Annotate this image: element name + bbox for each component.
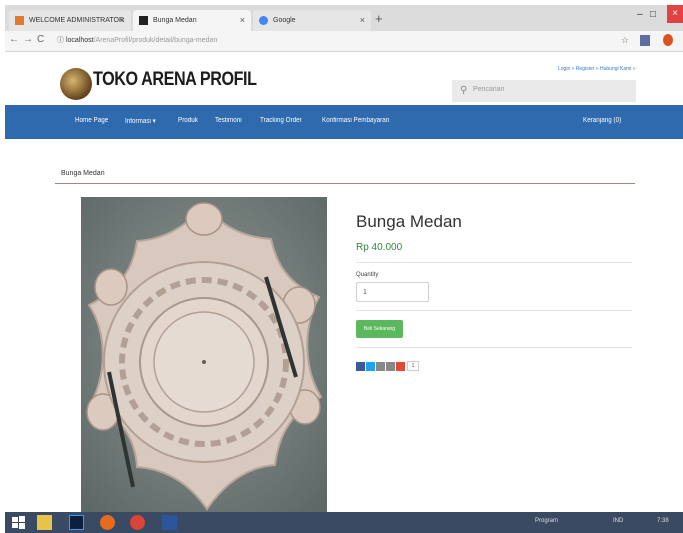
tab-bunga-medan[interactable]: Bunga Medan × <box>133 10 251 31</box>
twitter-icon[interactable] <box>366 362 375 371</box>
tab-title: Bunga Medan <box>153 17 197 24</box>
windows-taskbar: Program IND 7:38 <box>5 512 683 533</box>
maximize-button[interactable]: □ <box>650 9 656 20</box>
opera-icon[interactable] <box>663 34 673 46</box>
search-icon: ⚲ <box>460 85 468 96</box>
google-favicon-icon <box>259 16 268 25</box>
site-logo[interactable]: TOKO ARENA PROFIL <box>93 69 257 91</box>
new-tab-button[interactable]: + <box>375 11 383 26</box>
url-host: localhost <box>65 37 94 44</box>
logo-emblem-icon <box>60 68 92 100</box>
tab-google[interactable]: Google × <box>253 10 371 31</box>
tab-title: WELCOME ADMINISTRATOR <box>29 17 125 24</box>
browser-window: WELCOME ADMINISTRATOR × Bunga Medan × Go… <box>5 5 683 533</box>
url-input[interactable]: ⓘ localhost/ArenaProfil/produk/detail/bu… <box>57 34 617 48</box>
email-icon[interactable] <box>376 362 385 371</box>
breadcrumb-divider <box>55 183 635 184</box>
forward-icon[interactable]: → <box>23 34 33 45</box>
divider <box>356 310 632 311</box>
tray-clock[interactable]: 7:38 <box>657 518 669 524</box>
url-path: /ArenaProfil/produk/detail/bunga-medan <box>93 37 218 44</box>
address-bar-row: ← → C ⓘ localhost/ArenaProfil/produk/det… <box>5 31 683 52</box>
tab-admin[interactable]: WELCOME ADMINISTRATOR × <box>9 10 131 31</box>
print-icon[interactable] <box>386 362 395 371</box>
nav-keranjang[interactable]: Keranjang (0) <box>583 117 621 124</box>
quantity-label: Quantity <box>356 272 379 278</box>
admin-favicon-icon <box>15 16 24 25</box>
firefox-icon[interactable] <box>100 515 115 530</box>
photoshop-icon[interactable] <box>69 515 84 530</box>
buy-now-button[interactable]: Beli Sekarang <box>356 320 403 338</box>
divider <box>356 347 632 348</box>
nav-testimoni[interactable]: Testimoni <box>215 117 242 124</box>
search-input[interactable]: ⚲ Pencarian <box>452 80 636 102</box>
tray-language[interactable]: IND <box>613 518 623 524</box>
nav-home[interactable]: Home Page <box>75 117 108 124</box>
tab-strip: WELCOME ADMINISTRATOR × Bunga Medan × Go… <box>5 5 683 31</box>
product-image[interactable] <box>81 197 327 517</box>
tab-close-icon[interactable]: × <box>240 10 245 31</box>
divider <box>356 262 632 263</box>
product-photo <box>81 197 327 517</box>
product-price: Rp 40.000 <box>356 242 403 253</box>
extension-icon[interactable] <box>640 35 650 46</box>
breadcrumb: Bunga Medan <box>61 170 105 177</box>
top-links[interactable]: Login » Register » Hubungi Kami » <box>558 66 636 72</box>
word-icon[interactable] <box>162 515 177 530</box>
back-icon[interactable]: ← <box>9 34 19 45</box>
info-icon[interactable]: ⓘ <box>57 37 64 44</box>
facebook-icon[interactable] <box>356 362 365 371</box>
share-count: 1 <box>407 361 419 371</box>
nav-tracking-order[interactable]: Tracking Order <box>260 117 302 124</box>
product-name: Bunga Medan <box>356 212 462 231</box>
tab-title: Google <box>273 17 296 24</box>
page-favicon-icon <box>139 16 148 25</box>
star-icon[interactable]: ☆ <box>621 35 629 46</box>
file-explorer-icon[interactable] <box>37 515 52 530</box>
nav-konfirmasi-pembayaran[interactable]: Konfirmasi Pembayaran <box>322 117 389 124</box>
web-page: TOKO ARENA PROFIL Login » Register » Hub… <box>5 52 683 517</box>
main-navbar: Home Page Informasi ▾ Produk Testimoni T… <box>5 105 683 139</box>
reload-icon[interactable]: C <box>37 34 44 45</box>
close-window-button[interactable]: × <box>667 5 683 23</box>
tray-program[interactable]: Program <box>535 518 558 524</box>
windows-start-icon[interactable] <box>11 515 26 530</box>
nav-produk[interactable]: Produk <box>178 117 198 124</box>
nav-informasi[interactable]: Informasi ▾ <box>125 117 156 125</box>
chrome-icon[interactable] <box>130 515 145 530</box>
minimize-button[interactable]: – <box>637 9 643 20</box>
google-plus-icon[interactable] <box>396 362 405 371</box>
tab-close-icon[interactable]: × <box>360 10 365 31</box>
search-placeholder: Pencarian <box>473 86 505 93</box>
tab-close-icon[interactable]: × <box>120 10 125 31</box>
quantity-input[interactable] <box>356 282 429 302</box>
